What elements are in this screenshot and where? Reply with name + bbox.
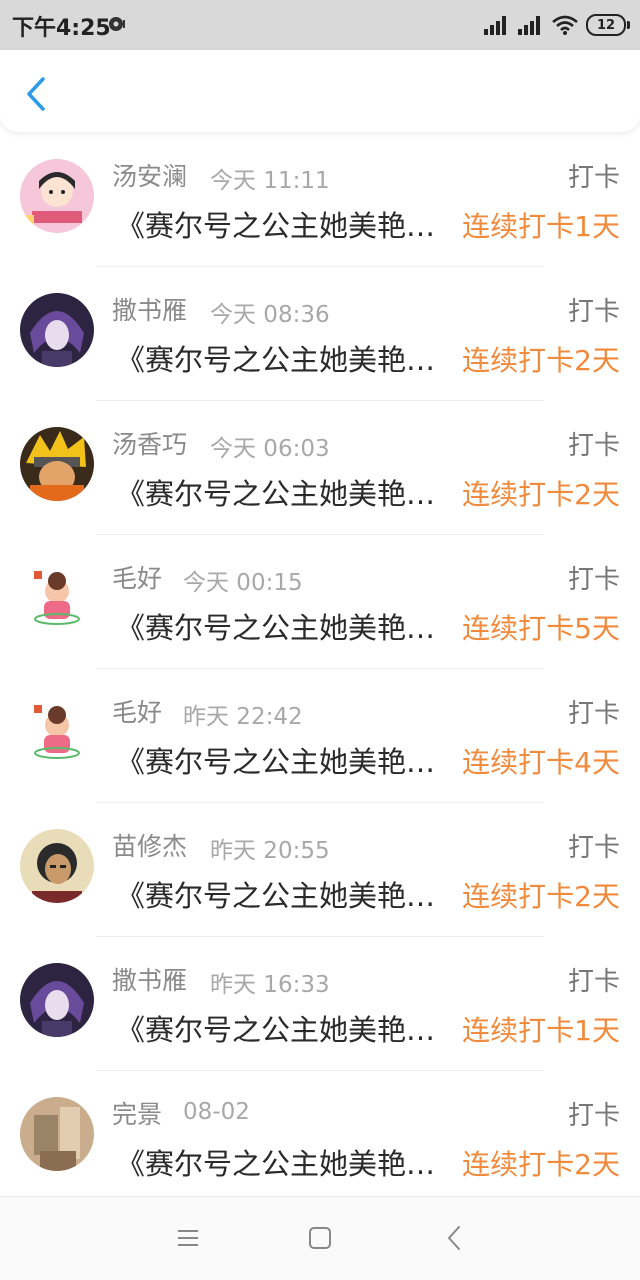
menu-button[interactable] <box>171 1223 205 1253</box>
book-title: 《赛尔号之公主她美艳动人》 <box>116 1013 456 1047</box>
menu-icon <box>178 1230 198 1246</box>
user-name: 苗修杰 <box>112 832 188 861</box>
streak-label: 连续打卡1天 <box>462 210 620 243</box>
status-icons: 12 <box>484 12 630 38</box>
battery-icon: 12 <box>586 14 630 36</box>
checkin-time: 今天 08:36 <box>210 302 330 328</box>
user-name: 完景 <box>112 1100 163 1129</box>
list-item[interactable]: 苗修杰 昨天 20:55 打卡《赛尔号之公主她美艳动人》 连续打卡2天 <box>0 803 640 937</box>
list-item[interactable]: 撒书雁 今天 08:36 打卡《赛尔号之公主她美艳动人》 连续打卡2天 <box>0 267 640 401</box>
book-title: 《赛尔号之公主她美艳动人》 <box>116 209 456 243</box>
streak-label: 连续打卡1天 <box>462 1014 620 1047</box>
avatar[interactable] <box>20 829 94 903</box>
streak-label: 连续打卡2天 <box>462 478 620 511</box>
avatar[interactable] <box>20 561 94 635</box>
avatar[interactable] <box>20 963 94 1037</box>
system-back-button[interactable] <box>437 1223 471 1253</box>
user-name: 汤香巧 <box>112 430 188 459</box>
system-nav-bar <box>0 1196 640 1280</box>
user-name: 汤安澜 <box>112 162 188 191</box>
signal-icon <box>484 16 506 35</box>
streak-label: 连续打卡2天 <box>462 1148 620 1181</box>
list-item[interactable]: 毛好 今天 00:15 打卡《赛尔号之公主她美艳动人》 连续打卡5天 <box>0 535 640 669</box>
home-square-icon <box>309 1227 331 1249</box>
book-title: 《赛尔号之公主她美艳动人》 <box>116 343 456 377</box>
chevron-left-icon <box>27 77 45 111</box>
checkin-tag: 打卡 <box>567 699 620 729</box>
list-item[interactable]: 毛好 昨天 22:42 打卡《赛尔号之公主她美艳动人》 连续打卡4天 <box>0 669 640 803</box>
streak-label: 连续打卡2天 <box>462 880 620 913</box>
signal-icon-2 <box>518 16 540 35</box>
avatar[interactable] <box>20 1097 94 1171</box>
streak-label: 连续打卡5天 <box>462 612 620 645</box>
wifi-icon <box>552 15 578 35</box>
back-button[interactable] <box>20 74 52 114</box>
checkin-time: 昨天 16:33 <box>210 972 330 998</box>
home-button[interactable] <box>303 1223 337 1253</box>
list-item[interactable]: 撒书雁 昨天 16:33 打卡《赛尔号之公主她美艳动人》 连续打卡1天 <box>0 937 640 1071</box>
header-bar <box>0 50 640 132</box>
checkin-time: 今天 06:03 <box>210 436 330 462</box>
notification-icon <box>109 17 125 31</box>
checkin-time: 今天 11:11 <box>210 168 330 194</box>
checkin-tag: 打卡 <box>567 565 620 595</box>
checkin-tag: 打卡 <box>567 1101 620 1131</box>
list-item[interactable]: 汤香巧 今天 06:03 打卡《赛尔号之公主她美艳动人》 连续打卡2天 <box>0 401 640 535</box>
list-item[interactable]: 汤安澜 今天 11:11 打卡《赛尔号之公主她美艳动人》 连续打卡1天 <box>0 133 640 267</box>
checkin-tag: 打卡 <box>567 967 620 997</box>
list-item[interactable]: 完景 08-02 打卡《赛尔号之公主她美艳动人》 连续打卡2天 <box>0 1071 640 1205</box>
user-name: 撒书雁 <box>112 966 188 995</box>
back-triangle-icon <box>448 1226 460 1250</box>
avatar[interactable] <box>20 293 94 367</box>
user-name: 撒书雁 <box>112 296 188 325</box>
checkin-time: 昨天 20:55 <box>210 838 330 864</box>
avatar[interactable] <box>20 427 94 501</box>
book-title: 《赛尔号之公主她美艳动人》 <box>116 745 456 779</box>
checkin-time: 08-02 <box>183 1099 250 1125</box>
streak-label: 连续打卡2天 <box>462 344 620 377</box>
battery-level: 12 <box>586 14 626 36</box>
checkin-tag: 打卡 <box>567 297 620 327</box>
book-title: 《赛尔号之公主她美艳动人》 <box>116 879 456 913</box>
book-title: 《赛尔号之公主她美艳动人》 <box>116 611 456 645</box>
checkin-tag: 打卡 <box>567 163 620 193</box>
checkin-tag: 打卡 <box>567 431 620 461</box>
book-title: 《赛尔号之公主她美艳动人》 <box>116 1147 456 1181</box>
avatar[interactable] <box>20 159 94 233</box>
checkin-list: 汤安澜 今天 11:11 打卡 《赛尔号之公主她美艳动人》 连续打卡1天 撒书雁 今天 08… <box>0 133 640 1205</box>
checkin-time: 昨天 22:42 <box>183 704 303 730</box>
status-time: 下午4:25 <box>12 16 111 41</box>
checkin-tag: 打卡 <box>567 833 620 863</box>
status-bar: 下午4:25 12 <box>0 0 640 50</box>
user-name: 毛好 <box>112 698 163 727</box>
avatar[interactable] <box>20 695 94 769</box>
book-title: 《赛尔号之公主她美艳动人》 <box>116 477 456 511</box>
streak-label: 连续打卡4天 <box>462 746 620 779</box>
checkin-time: 今天 00:15 <box>183 570 303 596</box>
user-name: 毛好 <box>112 564 163 593</box>
